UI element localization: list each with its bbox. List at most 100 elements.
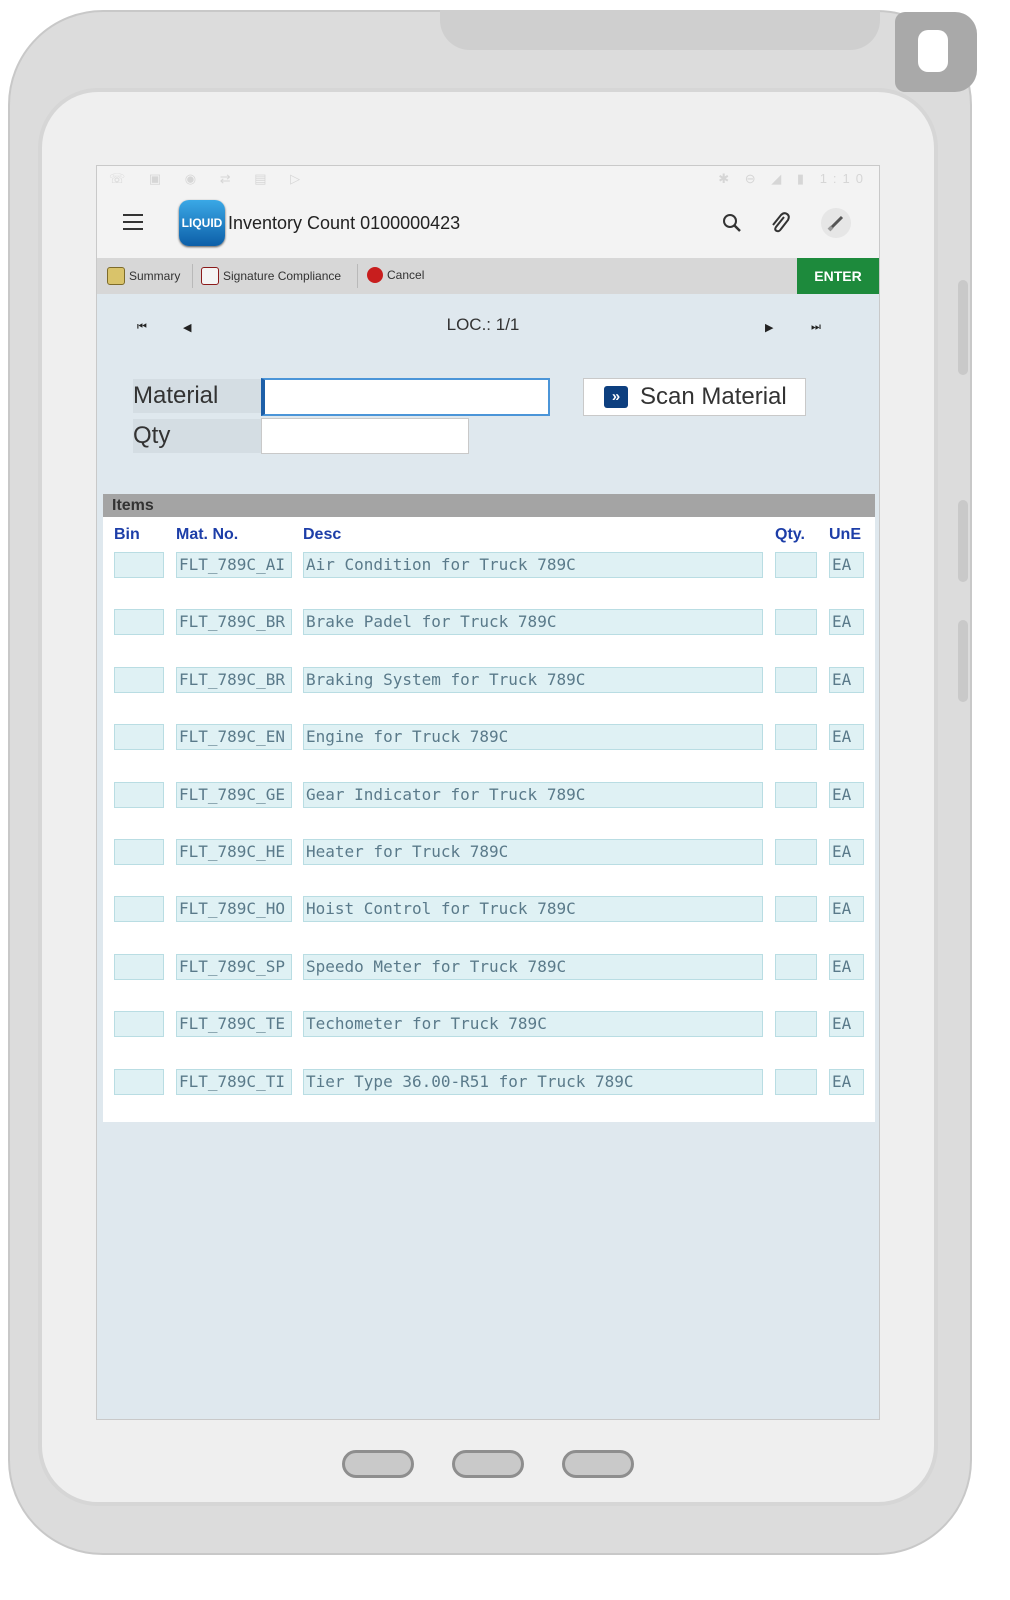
table-row: FLT_789C_AI Air Condition for Truck 789C… xyxy=(103,552,875,578)
qty-cell[interactable] xyxy=(775,896,817,922)
qty-cell[interactable] xyxy=(775,552,817,578)
column-header-qty: Qty. xyxy=(775,526,805,543)
qty-cell[interactable] xyxy=(775,609,817,635)
column-header-bin: Bin xyxy=(114,526,140,543)
table-row: FLT_789C_HE Heater for Truck 789C EA xyxy=(103,839,875,865)
summary-label: Summary xyxy=(129,269,181,283)
scan-material-button[interactable]: » Scan Material xyxy=(583,378,806,416)
matno-cell[interactable]: FLT_789C_BR xyxy=(176,609,292,635)
device-screen: ☏ ▣ ◉ ⇄ ▤ ▷ ✱ ⊖ ◢ ▮ 1:10 LIQUID Inventor… xyxy=(96,165,880,1420)
desc-cell[interactable]: Air Condition for Truck 789C xyxy=(303,552,763,578)
desc-cell[interactable]: Tier Type 36.00-R51 for Truck 789C xyxy=(303,1069,763,1095)
status-right-icons: ✱ ⊖ ◢ ▮ 1:10 xyxy=(718,171,869,187)
material-input[interactable] xyxy=(261,378,550,416)
device-top-edge xyxy=(440,10,880,50)
desc-cell[interactable]: Gear Indicator for Truck 789C xyxy=(303,782,763,808)
desc-cell[interactable]: Techometer for Truck 789C xyxy=(303,1011,763,1037)
toolbar-divider xyxy=(357,264,358,288)
table-row: FLT_789C_GE Gear Indicator for Truck 789… xyxy=(103,782,875,808)
clipboard-icon xyxy=(107,267,125,285)
une-cell[interactable]: EA xyxy=(829,954,864,980)
recent-hardware-button[interactable] xyxy=(562,1450,634,1478)
location-label: LOC.: 1/1 xyxy=(446,315,520,334)
bin-cell[interactable] xyxy=(114,782,164,808)
summary-button[interactable]: Summary xyxy=(107,267,180,285)
une-cell[interactable]: EA xyxy=(829,782,864,808)
search-icon[interactable] xyxy=(717,208,747,238)
paperclip-icon[interactable] xyxy=(765,208,795,238)
bin-cell[interactable] xyxy=(114,552,164,578)
bin-cell[interactable] xyxy=(114,1069,164,1095)
signature-compliance-button[interactable]: Signature Compliance xyxy=(201,267,341,285)
une-cell[interactable]: EA xyxy=(829,667,864,693)
qty-cell[interactable] xyxy=(775,839,817,865)
bin-cell[interactable] xyxy=(114,724,164,750)
qty-input[interactable] xyxy=(261,418,469,454)
qty-cell[interactable] xyxy=(775,954,817,980)
home-hardware-button[interactable] xyxy=(452,1450,524,1478)
une-cell[interactable]: EA xyxy=(829,552,864,578)
qty-cell[interactable] xyxy=(775,1011,817,1037)
volume-button[interactable] xyxy=(958,280,968,375)
enter-button[interactable]: ENTER xyxy=(797,258,879,294)
side-button[interactable] xyxy=(958,500,968,582)
table-row: FLT_789C_TI Tier Type 36.00-R51 for Truc… xyxy=(103,1069,875,1095)
une-cell[interactable]: EA xyxy=(829,609,864,635)
bin-cell[interactable] xyxy=(114,609,164,635)
bin-cell[interactable] xyxy=(114,839,164,865)
matno-cell[interactable]: FLT_789C_TI xyxy=(176,1069,292,1095)
next-record-icon[interactable]: ▶ xyxy=(765,321,773,334)
scan-icon: » xyxy=(604,386,628,408)
desc-cell[interactable]: Hoist Control for Truck 789C xyxy=(303,896,763,922)
location-indicator: LOC.: 1/1 xyxy=(97,315,879,335)
cancel-button[interactable]: Cancel xyxy=(367,267,424,283)
desc-cell[interactable]: Braking System for Truck 789C xyxy=(303,667,763,693)
bin-cell[interactable] xyxy=(114,1011,164,1037)
brush-icon[interactable] xyxy=(821,208,851,238)
last-record-icon[interactable]: ⏭ xyxy=(811,321,821,334)
matno-cell[interactable]: FLT_789C_AI xyxy=(176,552,292,578)
hamburger-menu-icon[interactable] xyxy=(123,214,143,230)
status-icons: ✱ ⊖ ◢ ▮ xyxy=(718,171,811,186)
back-hardware-button[interactable] xyxy=(342,1450,414,1478)
desc-cell[interactable]: Brake Padel for Truck 789C xyxy=(303,609,763,635)
desc-cell[interactable]: Heater for Truck 789C xyxy=(303,839,763,865)
bin-cell[interactable] xyxy=(114,667,164,693)
desc-cell[interactable]: Engine for Truck 789C xyxy=(303,724,763,750)
une-cell[interactable]: EA xyxy=(829,1069,864,1095)
une-cell[interactable]: EA xyxy=(829,1011,864,1037)
matno-cell[interactable]: FLT_789C_EN xyxy=(176,724,292,750)
qty-cell[interactable] xyxy=(775,667,817,693)
table-row: FLT_789C_HO Hoist Control for Truck 789C… xyxy=(103,896,875,922)
power-button[interactable] xyxy=(958,620,968,702)
qty-cell[interactable] xyxy=(775,1069,817,1095)
une-cell[interactable]: EA xyxy=(829,896,864,922)
camera-icon xyxy=(918,30,948,72)
column-header-matno: Mat. No. xyxy=(176,526,239,543)
page-title: Inventory Count 0100000423 xyxy=(228,213,461,233)
matno-cell[interactable]: FLT_789C_BR xyxy=(176,667,292,693)
table-row: FLT_789C_BR Braking System for Truck 789… xyxy=(103,667,875,693)
matno-cell[interactable]: FLT_789C_GE xyxy=(176,782,292,808)
matno-cell[interactable]: FLT_789C_HO xyxy=(176,896,292,922)
items-header: Items xyxy=(103,494,875,517)
table-row: FLT_789C_EN Engine for Truck 789C EA xyxy=(103,724,875,750)
qty-cell[interactable] xyxy=(775,782,817,808)
cancel-icon xyxy=(367,267,383,283)
bin-cell[interactable] xyxy=(114,954,164,980)
desc-cell[interactable]: Speedo Meter for Truck 789C xyxy=(303,954,763,980)
status-time: 1:10 xyxy=(819,171,869,186)
matno-cell[interactable]: FLT_789C_SP xyxy=(176,954,292,980)
app-bar: LIQUID Inventory Count 0100000423 xyxy=(97,192,879,258)
une-cell[interactable]: EA xyxy=(829,839,864,865)
matno-cell[interactable]: FLT_789C_TE xyxy=(176,1011,292,1037)
qty-cell[interactable] xyxy=(775,724,817,750)
bin-cell[interactable] xyxy=(114,896,164,922)
matno-cell[interactable]: FLT_789C_HE xyxy=(176,839,292,865)
table-row: FLT_789C_SP Speedo Meter for Truck 789C … xyxy=(103,954,875,980)
items-panel: Items Bin Mat. No. Desc Qty. UnE FLT_789… xyxy=(103,494,875,1122)
scan-material-label: Scan Material xyxy=(640,383,787,410)
signature-label: Signature Compliance xyxy=(223,269,342,283)
une-cell[interactable]: EA xyxy=(829,724,864,750)
column-header-desc: Desc xyxy=(303,526,342,543)
